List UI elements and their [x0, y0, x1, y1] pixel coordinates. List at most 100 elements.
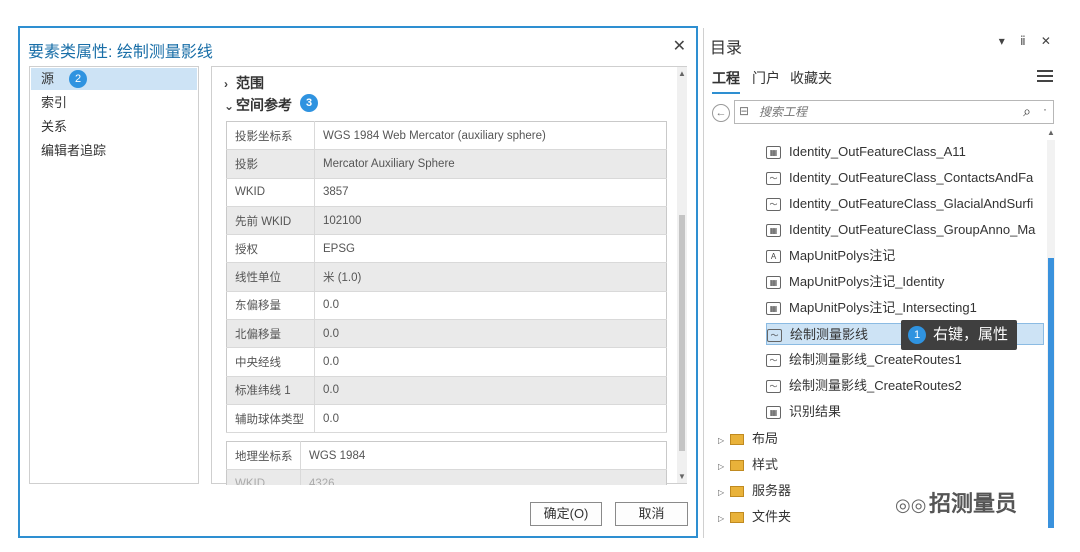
tree-folder[interactable]: ▷ 布局 — [718, 428, 778, 450]
cancel-button[interactable]: 取消 — [615, 502, 688, 526]
table-row: 北偏移量 0.0 — [226, 319, 667, 349]
content-viewport: › 范围 ⌄ 空间参考 3 投影坐标系 WGS 1984 Web Mercator (… — [212, 67, 688, 485]
tree-item[interactable]: ▦ Identity_OutFeatureClass_A11 — [766, 141, 1044, 163]
table-row: 投影 Mercator Auxiliary Sphere — [226, 149, 667, 179]
table-row: 中央经线 0.0 — [226, 347, 667, 377]
property-value: WGS 1984 — [300, 441, 667, 470]
property-value: 0.0 — [314, 347, 667, 377]
tree-item[interactable]: 〜 Identity_OutFeatureClass_ContactsAndFa — [766, 167, 1044, 189]
catalog-scrollbar[interactable]: ▲ — [1046, 128, 1056, 534]
property-name: 投影坐标系 — [226, 121, 315, 151]
nav-item-relationships[interactable]: 关系 — [31, 116, 197, 138]
section-label: 空间参考 — [236, 97, 292, 113]
folder-icon — [730, 460, 744, 472]
search-input[interactable] — [759, 104, 999, 120]
tree-folder-label: 文件夹 — [752, 509, 792, 524]
property-value: 3857 — [314, 178, 667, 207]
nav-item-index[interactable]: 索引 — [31, 92, 197, 114]
property-name: WKID — [226, 178, 315, 207]
property-value: 0.0 — [314, 319, 667, 349]
expand-arrow-icon[interactable]: ▷ — [718, 456, 730, 478]
property-name: 辅助球体类型 — [226, 404, 315, 434]
table-row: 东偏移量 0.0 — [226, 291, 667, 321]
tree-item[interactable]: ▦ Identity_OutFeatureClass_GroupAnno_Ma — [766, 219, 1044, 241]
table-icon: ▦ — [766, 224, 781, 238]
tree-item[interactable]: A MapUnitPolys注记 — [766, 245, 1044, 267]
scroll-up-icon[interactable]: ▲ — [678, 69, 686, 78]
table-row: 辅助球体类型 0.0 — [226, 404, 667, 434]
scroll-up-icon[interactable]: ▲ — [1047, 128, 1055, 137]
nav-item-source[interactable]: 源 2 — [31, 68, 197, 90]
tree-folder[interactable]: ▷ 文件夹 — [718, 506, 791, 528]
property-value: 0.0 — [314, 404, 667, 434]
tree-item-label: 绘制测量影线 — [790, 327, 869, 342]
table-icon: ▦ — [766, 406, 781, 420]
tab-project[interactable]: 工程 — [712, 68, 740, 94]
property-value: 4326 — [300, 469, 667, 485]
table-icon: ▦ — [766, 302, 781, 316]
tree-item-label: Identity_OutFeatureClass_GlacialAndSurfi — [789, 196, 1034, 211]
nav-item-editor-tracking[interactable]: 编辑者追踪 — [31, 140, 197, 162]
pane-controls[interactable]: ▾ ⅱ ✕ — [999, 34, 1057, 48]
table-row: 地理坐标系 WGS 1984 — [226, 441, 667, 470]
property-name: 投影 — [226, 149, 315, 179]
section-extent[interactable]: › 范围 — [224, 73, 264, 93]
property-name: 中央经线 — [226, 347, 315, 377]
tree-item-label: MapUnitPolys注记_Intersecting1 — [789, 300, 977, 315]
callout-tooltip: 1 右键，属性 — [901, 320, 1018, 350]
hamburger-menu-icon[interactable] — [1037, 70, 1053, 85]
nav-item-label: 源 — [41, 71, 55, 86]
property-value: 0.0 — [314, 376, 667, 405]
tree-item[interactable]: 〜绘制测量影线_CreateRoutes2 — [766, 375, 1044, 397]
expand-arrow-icon[interactable]: ▷ — [718, 430, 730, 452]
property-value: Mercator Auxiliary Sphere — [314, 149, 667, 179]
ok-button[interactable]: 确定(O) — [530, 502, 602, 526]
table-icon: ▦ — [766, 276, 781, 290]
watermark-text: 招测量员 — [929, 491, 1018, 516]
tab-portal[interactable]: 门户 — [752, 68, 780, 88]
section-spatial-reference[interactable]: ⌄ 空间参考 3 — [224, 94, 318, 115]
tree-folder-label: 服务器 — [752, 483, 792, 498]
annotation-icon: A — [766, 250, 781, 264]
scroll-down-icon[interactable]: ▼ — [678, 472, 686, 481]
tree-item[interactable]: ▦ MapUnitPolys注记_Identity — [766, 271, 1044, 293]
table-icon: ▦ — [766, 146, 781, 160]
close-icon[interactable]: ✕ — [673, 36, 686, 56]
tree-item[interactable]: 〜绘制测量影线_CreateRoutes1 — [766, 349, 1044, 371]
chevron-down-icon: ⌄ — [224, 99, 235, 113]
back-arrow-icon[interactable]: ← — [712, 104, 730, 122]
pane-title: 目录 — [710, 40, 743, 57]
catalog-pane: 目录 ▾ ⅱ ✕ 工程 门户 收藏夹 ← ⊟ ⌕ · ▦ Identity_Out… — [703, 28, 1065, 538]
tree-folder[interactable]: ▷ 样式 — [718, 454, 778, 476]
scrollbar-thumb[interactable] — [679, 215, 685, 451]
tree-folder-label: 样式 — [752, 457, 779, 472]
filter-icon[interactable]: ⊟ — [739, 104, 749, 118]
property-name: 线性单位 — [226, 262, 315, 292]
projected-crs-table: 投影坐标系 WGS 1984 Web Mercator (auxiliary sp… — [226, 121, 667, 434]
geographic-crs-table: 地理坐标系 WGS 1984 WKID 4326 — [226, 441, 667, 485]
dialog-title: 要素类属性: 绘制测量影线 — [28, 44, 213, 61]
search-icon[interactable]: ⌕ — [1023, 103, 1031, 120]
scrollbar-thumb[interactable] — [1048, 258, 1054, 528]
tree-item[interactable]: 〜 Identity_OutFeatureClass_GlacialAndSurf… — [766, 193, 1044, 215]
content-scrollbar[interactable]: ▲ ▼ — [677, 67, 687, 483]
table-row: WKID 3857 — [226, 178, 667, 207]
property-name: 授权 — [226, 234, 315, 264]
catalog-search: ⊟ ⌕ · — [734, 100, 1054, 124]
tree-item-label: Identity_OutFeatureClass_A11 — [789, 144, 966, 159]
search-options-icon[interactable]: · — [1043, 102, 1047, 116]
property-name: 标准纬线 1 — [226, 376, 315, 405]
tree-item-label: 识别结果 — [789, 404, 842, 419]
tree-item-label: 绘制测量影线_CreateRoutes2 — [789, 378, 962, 393]
expand-arrow-icon[interactable]: ▷ — [718, 508, 730, 530]
tree-item[interactable]: ▦ MapUnitPolys注记_Intersecting1 — [766, 297, 1044, 319]
tree-folder-label: 布局 — [752, 431, 779, 446]
property-name: 北偏移量 — [226, 319, 315, 349]
properties-nav: 源 2 索引 关系 编辑者追踪 — [29, 66, 199, 484]
tab-favorites[interactable]: 收藏夹 — [790, 68, 832, 88]
expand-arrow-icon[interactable]: ▷ — [718, 482, 730, 504]
tree-folder[interactable]: ▷ 服务器 — [718, 480, 791, 502]
tree-item[interactable]: ▦ 识别结果 — [766, 401, 1044, 423]
table-row: 先前 WKID 102100 — [226, 206, 667, 236]
property-name: 地理坐标系 — [226, 441, 301, 470]
